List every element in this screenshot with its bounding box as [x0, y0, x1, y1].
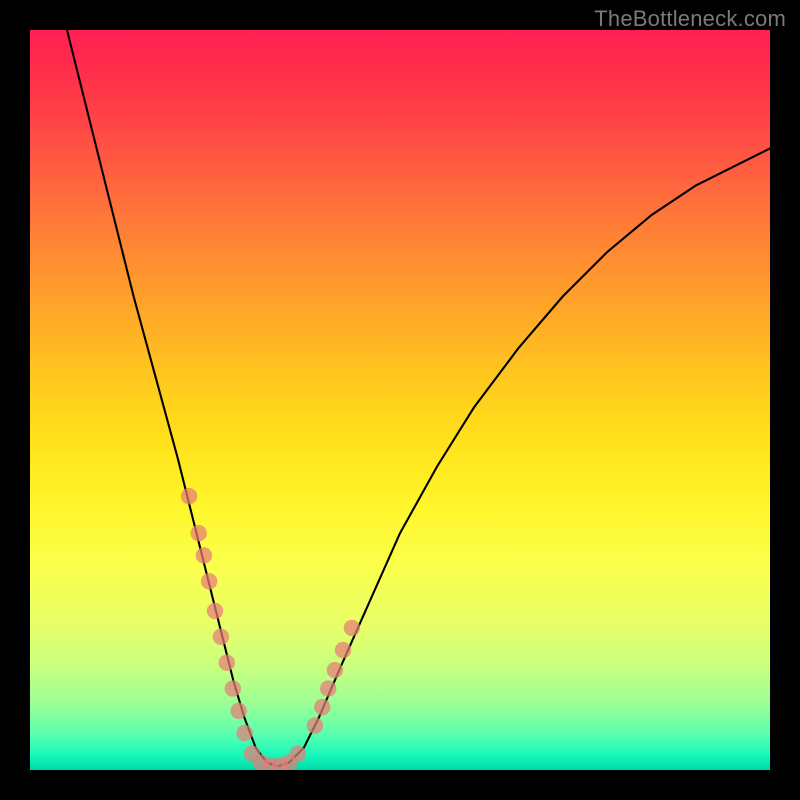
scatter-point [314, 699, 330, 715]
scatter-point [225, 680, 241, 696]
scatter-point [196, 547, 212, 563]
scatter-point [290, 746, 306, 762]
scatter-point [207, 603, 223, 619]
scatter-point [344, 620, 360, 636]
scatter-point [213, 629, 229, 645]
scatter-point [244, 746, 260, 762]
scatter-point [191, 525, 207, 541]
bottleneck-curve [67, 30, 770, 766]
scatter-point [307, 717, 323, 733]
chart-plot-area [30, 30, 770, 770]
scatter-point [181, 488, 197, 504]
chart-svg [30, 30, 770, 770]
scatter-bottom [244, 746, 306, 771]
watermark-text: TheBottleneck.com [594, 6, 786, 32]
scatter-point [272, 757, 288, 770]
scatter-point [262, 757, 278, 770]
scatter-left [181, 488, 253, 741]
scatter-point [201, 573, 217, 589]
scatter-right [307, 620, 360, 734]
scatter-point [281, 754, 297, 770]
scatter-point [236, 725, 252, 741]
scatter-point [320, 680, 336, 696]
scatter-point [219, 655, 235, 671]
scatter-point [327, 662, 343, 678]
scatter-point [335, 642, 351, 658]
scatter-point [231, 703, 247, 719]
scatter-point [253, 754, 269, 770]
